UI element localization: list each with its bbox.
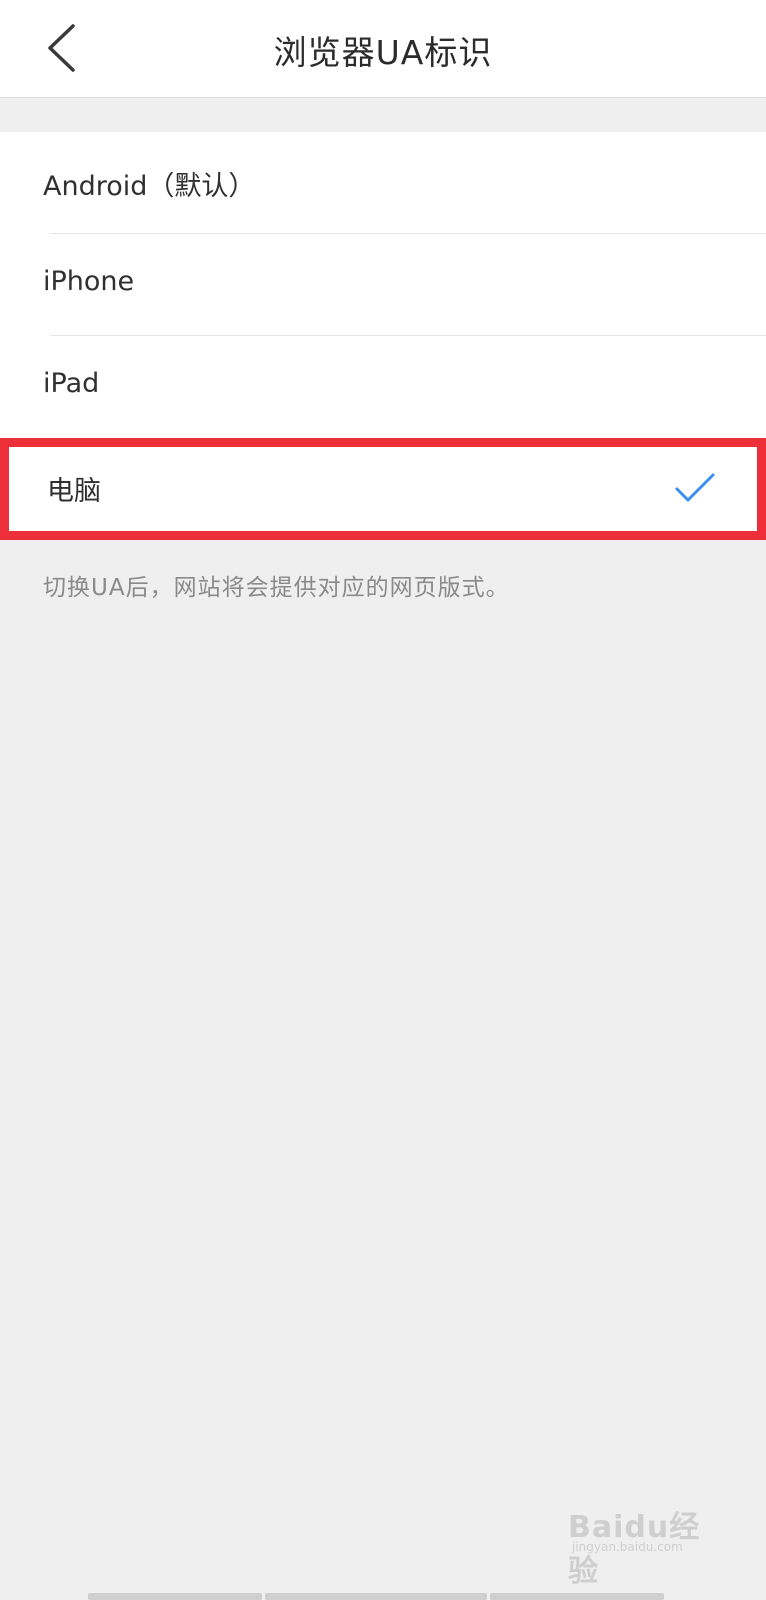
checkmark-icon	[673, 469, 717, 509]
ua-option-ipad[interactable]: iPad	[0, 336, 766, 438]
page-title: 浏览器UA标识	[273, 33, 493, 72]
bottom-bar-segment	[88, 1593, 262, 1600]
ua-option-android[interactable]: Android（默认）	[0, 132, 766, 234]
ua-option-label: iPhone	[43, 266, 135, 297]
bottom-bar-segment	[490, 1593, 664, 1600]
watermark-url: jingyan.baidu.com	[572, 1540, 683, 1554]
ua-hint-text: 切换UA后，网站将会提供对应的网页版式。	[43, 575, 510, 601]
ua-option-label: 电脑	[47, 476, 101, 507]
bottom-bar-segment	[265, 1593, 487, 1600]
ua-option-label: Android（默认）	[43, 171, 256, 202]
baidu-jingyan-watermark: Baidu经验 jingyan.baidu.com	[568, 1500, 718, 1589]
ua-option-list: Android（默认） iPhone iPad 电脑	[0, 132, 766, 540]
ua-option-label: iPad	[43, 368, 100, 399]
header-bar: 浏览器UA标识	[0, 0, 766, 98]
ua-option-iphone[interactable]: iPhone	[0, 234, 766, 336]
ua-option-desktop[interactable]: 电脑	[0, 438, 766, 540]
